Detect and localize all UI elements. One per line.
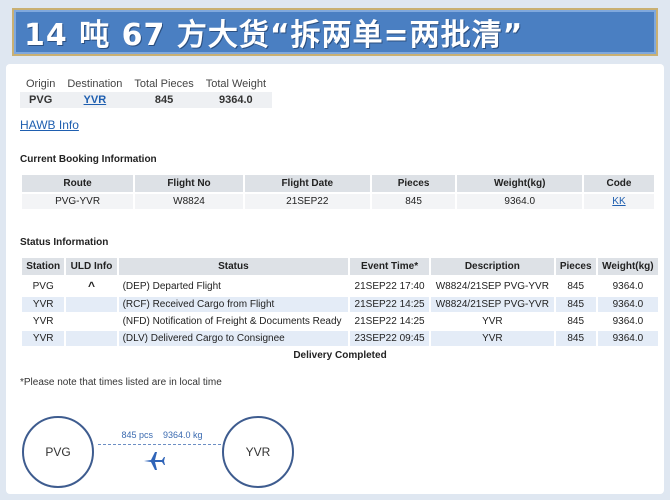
status-row: YVR (RCF) Received Cargo from Flight 21S…: [19, 295, 661, 314]
route-weight: 9364.0 kg: [163, 430, 203, 440]
banner-text: 14 吨 67 方大货“拆两单=两批清”: [24, 18, 524, 53]
booking-header-code: Code: [581, 173, 657, 194]
booking-weight: 9364.0: [455, 192, 584, 211]
booking-flight-no: W8824: [133, 192, 245, 211]
route-dashed-line: [98, 444, 226, 445]
status-description: YVR: [429, 329, 556, 348]
hawb-info-link[interactable]: HAWB Info: [20, 118, 79, 132]
local-time-note: *Please note that times listed are in lo…: [20, 377, 222, 388]
status-weight: 9364.0: [595, 312, 661, 331]
airplane-icon: [144, 452, 165, 470]
status-weight: 9364.0: [595, 329, 661, 348]
status-section-title: Status Information: [20, 237, 109, 248]
status-pieces: 845: [553, 295, 598, 314]
status-weight: 9364.0: [595, 295, 661, 314]
booking-header-flight-date: Flight Date: [242, 173, 372, 194]
status-header-weight: Weight(kg): [595, 256, 661, 277]
status-footer-row: Delivery Completed: [20, 346, 660, 365]
status-text: (NFD) Notification of Freight & Document…: [116, 312, 351, 331]
status-description: W8824/21SEP PVG-YVR: [429, 275, 556, 297]
status-station: PVG: [19, 275, 67, 297]
status-text: (RCF) Received Cargo from Flight: [116, 295, 351, 314]
status-weight: 9364.0: [595, 275, 661, 297]
booking-header-route: Route: [19, 173, 136, 194]
status-station: YVR: [19, 312, 67, 331]
booking-header-pieces: Pieces: [369, 173, 458, 194]
status-station: YVR: [19, 295, 67, 314]
summary-header-origin: Origin: [26, 78, 56, 90]
status-text: (DLV) Delivered Cargo to Consignee: [116, 329, 351, 348]
booking-section-title: Current Booking Information: [20, 154, 157, 165]
status-uld: [64, 329, 119, 348]
booking-route: PVG-YVR: [19, 192, 136, 211]
origin-circle: PVG: [22, 416, 94, 488]
status-description: YVR: [429, 312, 556, 331]
uld-expand-icon[interactable]: ^: [64, 275, 119, 297]
summary-destination-link[interactable]: YVR: [61, 92, 129, 108]
booking-header-weight: Weight(kg): [455, 173, 584, 194]
booking-pieces: 845: [369, 192, 458, 211]
status-time: 21SEP22 14:25: [348, 312, 432, 331]
status-pieces: 845: [553, 312, 598, 331]
booking-flight-date: 21SEP22: [242, 192, 372, 211]
status-pieces: 845: [553, 275, 598, 297]
booking-table: Route Flight No Flight Date Pieces Weigh…: [19, 173, 657, 211]
summary-header-pieces: Total Pieces: [134, 78, 194, 90]
title-banner: 14 吨 67 方大货“拆两单=两批清”: [12, 8, 658, 56]
tracking-document: Origin Destination Total Pieces Total We…: [6, 64, 664, 494]
status-row: YVR (NFD) Notification of Freight & Docu…: [19, 312, 661, 331]
summary-header-weight: Total Weight: [205, 78, 267, 90]
booking-header-flight-no: Flight No: [133, 173, 245, 194]
status-time: 23SEP22 09:45: [348, 329, 432, 348]
status-header-description: Description: [429, 256, 556, 277]
status-header-time: Event Time*: [348, 256, 432, 277]
status-table: Station ULD Info Status Event Time* Desc…: [19, 256, 661, 365]
status-row: PVG ^ (DEP) Departed Flight 21SEP22 17:4…: [19, 275, 661, 297]
route-pieces: 845 pcs: [121, 430, 153, 440]
status-row: YVR (DLV) Delivered Cargo to Consignee 2…: [19, 329, 661, 348]
status-header-pieces: Pieces: [553, 256, 598, 277]
status-station: YVR: [19, 329, 67, 348]
destination-circle: YVR: [222, 416, 294, 488]
status-uld: [64, 295, 119, 314]
status-uld: [64, 312, 119, 331]
booking-code-link[interactable]: KK: [581, 192, 657, 211]
shipment-summary: Origin Destination Total Pieces Total We…: [20, 76, 340, 108]
route-summary: 845 pcs 9364.0 kg: [102, 430, 222, 440]
status-time: 21SEP22 17:40: [348, 275, 432, 297]
summary-pieces: 845: [128, 92, 200, 108]
summary-origin: PVG: [20, 92, 62, 108]
summary-header-destination: Destination: [67, 78, 123, 90]
status-header-status: Status: [116, 256, 351, 277]
summary-weight: 9364.0: [199, 92, 273, 108]
chevron-up-icon: ^: [87, 279, 95, 293]
booking-row: PVG-YVR W8824 21SEP22 845 9364.0 KK: [19, 192, 657, 211]
status-text: (DEP) Departed Flight: [116, 275, 351, 297]
status-header-station: Station: [19, 256, 67, 277]
status-time: 21SEP22 14:25: [348, 295, 432, 314]
origin-label: PVG: [45, 445, 71, 459]
delivery-completed-label: Delivery Completed: [20, 346, 660, 365]
status-header-uld: ULD Info: [64, 256, 119, 277]
status-description: W8824/21SEP PVG-YVR: [429, 295, 556, 314]
destination-label: YVR: [245, 445, 271, 459]
status-pieces: 845: [553, 329, 598, 348]
